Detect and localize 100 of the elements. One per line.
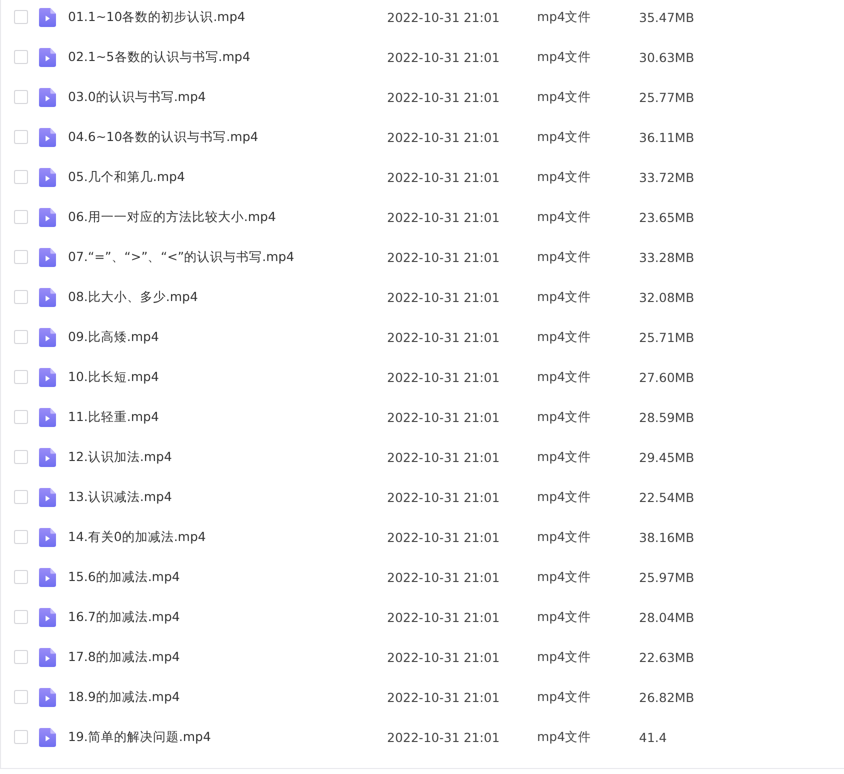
checkbox[interactable] [14, 90, 28, 104]
modified-date: 2022-10-31 21:01 [387, 290, 501, 304]
file-type: mp4文件 [537, 368, 592, 386]
file-name[interactable]: 05.几个和第几.mp4 [68, 168, 387, 186]
file-type: mp4文件 [537, 88, 592, 106]
file-size: 28.59MB [639, 410, 694, 424]
file-type: mp4文件 [537, 8, 592, 26]
file-type: mp4文件 [537, 328, 592, 346]
video-file-icon [39, 648, 56, 666]
checkbox[interactable] [14, 370, 28, 384]
checkbox[interactable] [14, 530, 28, 544]
video-file-icon [39, 8, 56, 26]
file-name[interactable]: 14.有关0的加减法.mp4 [68, 528, 387, 546]
checkbox[interactable] [14, 490, 28, 504]
video-file-icon [39, 168, 56, 186]
file-type: mp4文件 [537, 448, 592, 466]
checkbox[interactable] [14, 730, 28, 744]
modified-date: 2022-10-31 21:01 [387, 210, 501, 224]
checkbox[interactable] [14, 290, 28, 304]
file-size: 33.28MB [639, 250, 694, 264]
checkbox[interactable] [14, 10, 28, 24]
file-name[interactable]: 03.0的认识与书写.mp4 [68, 88, 387, 106]
checkbox[interactable] [14, 330, 28, 344]
file-type: mp4文件 [537, 288, 592, 306]
modified-date: 2022-10-31 21:01 [387, 730, 501, 744]
file-name[interactable]: 07.“=”、“>”、“<”的认识与书写.mp4 [68, 248, 387, 266]
checkbox[interactable] [14, 210, 28, 224]
file-size: 25.77MB [639, 90, 694, 104]
video-file-icon [39, 328, 56, 346]
file-name[interactable]: 12.认识加法.mp4 [68, 448, 387, 466]
file-size: 38.16MB [639, 530, 694, 544]
video-file-icon [39, 488, 56, 506]
file-name[interactable]: 18.9的加减法.mp4 [68, 688, 387, 706]
modified-date: 2022-10-31 21:01 [387, 370, 501, 384]
video-file-icon [39, 448, 56, 466]
modified-date: 2022-10-31 21:01 [387, 410, 501, 424]
file-size: 30.63MB [639, 50, 694, 64]
modified-date: 2022-10-31 21:01 [387, 570, 501, 584]
file-name[interactable]: 19.简单的解决问题.mp4 [68, 728, 387, 746]
file-size: 22.54MB [639, 490, 694, 504]
file-name[interactable]: 04.6~10各数的认识与书写.mp4 [68, 128, 387, 146]
file-name[interactable]: 13.认识减法.mp4 [68, 488, 387, 506]
file-type: mp4文件 [537, 528, 592, 546]
checkbox[interactable] [14, 410, 28, 424]
video-file-icon [39, 568, 56, 586]
checkbox[interactable] [14, 50, 28, 64]
file-name[interactable]: 16.7的加减法.mp4 [68, 608, 387, 626]
modified-date: 2022-10-31 21:01 [387, 10, 501, 24]
modified-date: 2022-10-31 21:01 [387, 690, 501, 704]
checkbox[interactable] [14, 170, 28, 184]
checkbox[interactable] [14, 690, 28, 704]
file-size: 36.11MB [639, 130, 694, 144]
file-size: 22.63MB [639, 650, 694, 664]
checkbox[interactable] [14, 570, 28, 584]
modified-date: 2022-10-31 21:01 [387, 50, 501, 64]
file-size: 28.04MB [639, 610, 694, 624]
file-size: 32.08MB [639, 290, 694, 304]
checkbox[interactable] [14, 610, 28, 624]
file-size: 27.60MB [639, 370, 694, 384]
file-name[interactable]: 11.比轻重.mp4 [68, 408, 387, 426]
file-name[interactable]: 02.1~5各数的认识与书写.mp4 [68, 48, 387, 66]
file-type: mp4文件 [537, 568, 592, 586]
file-name[interactable]: 17.8的加减法.mp4 [68, 648, 387, 666]
video-file-icon [39, 248, 56, 266]
file-type: mp4文件 [537, 728, 592, 746]
file-size: 33.72MB [639, 170, 694, 184]
file-size: 26.82MB [639, 690, 694, 704]
file-type: mp4文件 [537, 488, 592, 506]
file-name[interactable]: 15.6的加减法.mp4 [68, 568, 387, 586]
checkbox[interactable] [14, 450, 28, 464]
modified-date: 2022-10-31 21:01 [387, 530, 501, 544]
file-name[interactable]: 08.比大小、多少.mp4 [68, 288, 387, 306]
video-file-icon [39, 528, 56, 546]
file-type: mp4文件 [537, 128, 592, 146]
modified-date: 2022-10-31 21:01 [387, 170, 501, 184]
modified-date: 2022-10-31 21:01 [387, 450, 501, 464]
modified-date: 2022-10-31 21:01 [387, 610, 501, 624]
file-name[interactable]: 09.比高矮.mp4 [68, 328, 387, 346]
video-file-icon [39, 88, 56, 106]
file-name[interactable]: 06.用一一对应的方法比较大小.mp4 [68, 208, 387, 226]
checkbox[interactable] [14, 130, 28, 144]
video-file-icon [39, 128, 56, 146]
video-file-icon [39, 208, 56, 226]
video-file-icon [39, 48, 56, 66]
file-name[interactable]: 10.比长短.mp4 [68, 368, 387, 386]
video-file-icon [39, 688, 56, 706]
modified-date: 2022-10-31 21:01 [387, 490, 501, 504]
checkbox[interactable] [14, 650, 28, 664]
file-name[interactable]: 01.1~10各数的初步认识.mp4 [68, 8, 387, 26]
file-size: 29.45MB [639, 450, 694, 464]
video-file-icon [39, 728, 56, 746]
file-size: 25.71MB [639, 330, 694, 344]
file-size: 35.47MB [639, 10, 694, 24]
file-size: 23.65MB [639, 210, 694, 224]
video-file-icon [39, 368, 56, 386]
video-file-icon [39, 408, 56, 426]
file-type: mp4文件 [537, 408, 592, 426]
modified-date: 2022-10-31 21:01 [387, 250, 501, 264]
modified-date: 2022-10-31 21:01 [387, 330, 501, 344]
checkbox[interactable] [14, 250, 28, 264]
